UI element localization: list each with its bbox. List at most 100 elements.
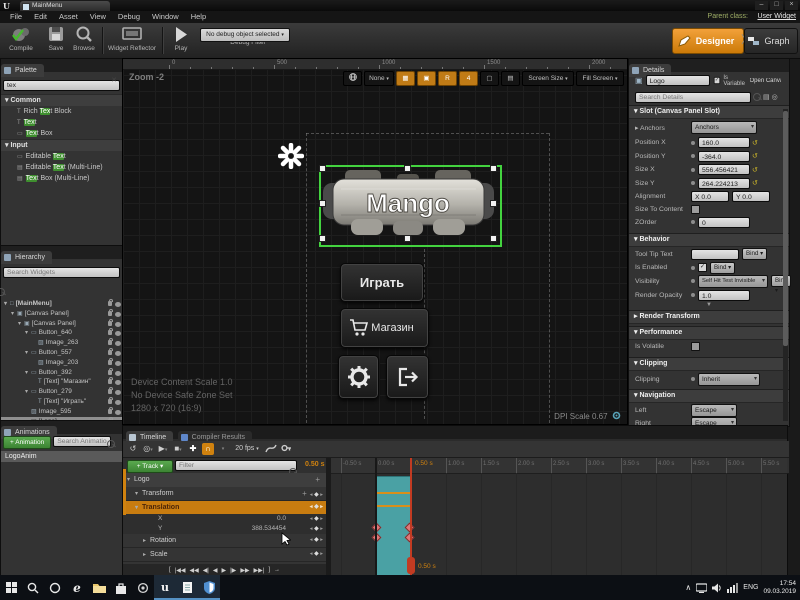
is-variable-checkbox[interactable]: ✓ [713, 77, 719, 84]
tree-expander-icon[interactable]: ▾ [127, 473, 134, 487]
transport-glyph[interactable]: [ [169, 567, 171, 573]
add-track-button[interactable]: + Track ▾ [127, 460, 173, 473]
is-volatile-checkbox[interactable]: ✓ [691, 342, 700, 351]
is-enabled-bind-button[interactable]: Bind ▾ [710, 262, 735, 274]
transport-glyph[interactable]: |▶ [230, 567, 236, 574]
render-transform-section-header[interactable]: ▸ Render Transform [629, 310, 789, 324]
alignment-y-field[interactable]: Y 0.0 [732, 191, 770, 202]
size-y-field[interactable]: 264.224213 [698, 178, 750, 189]
timeline-track-y[interactable]: Y388.534454◂ ◆ ▸ [123, 524, 326, 534]
position-x-field[interactable]: 160.0 [698, 137, 750, 148]
fps-dropdown[interactable]: 20 fps ▾ [232, 443, 262, 455]
notepad-taskbar-icon[interactable] [176, 575, 198, 600]
tray-volume-icon[interactable] [712, 583, 722, 593]
eye-icon[interactable] [115, 322, 121, 327]
designer-viewport[interactable]: 0500100015002000 Zoom -2 None ▾ ▦ ▣ R 4 … [122, 58, 628, 425]
performance-section-header[interactable]: ▾ Performance [629, 326, 789, 340]
bind-socket-icon[interactable] [691, 141, 695, 145]
track-value[interactable]: 0.0 [277, 514, 286, 524]
bind-socket-icon[interactable] [691, 220, 695, 224]
timeline-track-translation[interactable]: ▾Translation◂ ◆ ▸ [123, 501, 326, 514]
bind-socket-icon[interactable] [691, 279, 695, 283]
file-explorer-icon[interactable] [88, 575, 110, 600]
selected-widget-logo[interactable]: Mango [319, 165, 502, 247]
transport-glyph[interactable]: ◀ [213, 567, 218, 574]
snap-options-caret[interactable]: ▾ [217, 443, 229, 455]
keyframe-nav-controls[interactable]: + [315, 473, 323, 488]
edge-icon[interactable]: e [66, 575, 88, 600]
eye-icon[interactable] [115, 302, 121, 307]
asset-tab-mainmenu[interactable]: MainMenu [20, 1, 110, 11]
hierarchy-row[interactable]: ▾▭Button_640 [1, 328, 123, 338]
details-search-input[interactable] [635, 92, 751, 103]
settings-icon[interactable] [132, 575, 154, 600]
maximize-button[interactable]: □ [770, 1, 783, 10]
palette-item[interactable]: ▭Text Box [1, 128, 123, 139]
reset-to-default-icon[interactable]: ↺ [752, 152, 758, 160]
clipping-dropdown[interactable]: Inherit [698, 373, 760, 386]
flow-direction-dropdown[interactable]: None ▾ [364, 71, 394, 86]
transport-glyph[interactable]: ◀◀ [189, 567, 198, 574]
lock-icon[interactable] [108, 360, 112, 365]
save-button[interactable]: Save [44, 25, 68, 56]
dpi-scale-control[interactable]: DPI Scale 0.67 [554, 406, 621, 424]
hierarchy-row[interactable]: ▾▭Button_392 [1, 368, 123, 378]
hierarchy-row[interactable]: ▾▭Button_279 [1, 387, 123, 397]
lock-icon[interactable] [108, 379, 112, 384]
designer-mode-button[interactable]: Designer [672, 28, 744, 54]
palette-item[interactable]: TRich Text Block [1, 106, 123, 117]
lock-icon[interactable] [108, 301, 112, 306]
rotation-snap-toggle[interactable]: R [438, 71, 457, 86]
language-indicator[interactable]: ENG [743, 584, 758, 591]
menu-asset[interactable]: Asset [53, 11, 84, 23]
navigation-section-header[interactable]: ▾ Navigation [629, 389, 789, 403]
bind-socket-icon[interactable] [691, 154, 695, 158]
transport-glyph[interactable]: ◀| [203, 567, 209, 574]
palette-group-common[interactable]: ▾ Common [1, 94, 123, 106]
selection-handle[interactable] [490, 165, 497, 172]
lock-icon[interactable] [108, 330, 112, 335]
hierarchy-search-input[interactable] [3, 267, 120, 278]
screen-size-dropdown[interactable]: Screen Size ▾ [522, 71, 574, 86]
keyframe-nav-controls[interactable]: +◂ ◆ ▸ [302, 487, 323, 502]
eye-icon[interactable] [115, 400, 121, 405]
animation-list-item[interactable]: LogoAnim [1, 451, 123, 462]
render-opacity-field[interactable]: 1.0 [698, 290, 750, 301]
menu-view[interactable]: View [84, 11, 112, 23]
is-enabled-checkbox[interactable]: ✓ [698, 263, 707, 272]
tray-display-icon[interactable] [696, 583, 707, 593]
bind-socket-icon[interactable] [691, 377, 695, 381]
lock-icon[interactable] [108, 409, 112, 414]
bind-socket-icon[interactable] [691, 266, 695, 270]
tray-network-icon[interactable] [727, 583, 738, 593]
anchor-medallion-icon[interactable] [278, 143, 304, 169]
palette-item[interactable]: ▤Text Box (Multi-Line) [1, 173, 123, 184]
selection-handle[interactable] [404, 235, 411, 242]
tree-expander-icon[interactable]: ▾ [135, 488, 142, 501]
unreal-engine-taskbar-icon[interactable]: u [154, 575, 176, 600]
timeline-track-rotation[interactable]: ▸Rotation◂ ◆ ▸ [123, 534, 326, 548]
alignment-x-field[interactable]: X 0.0 [691, 191, 729, 202]
hierarchy-row[interactable]: ▨Image_595 [1, 407, 123, 417]
visibility-bind-button[interactable]: Bind ▾ [771, 275, 791, 287]
palette-search-input[interactable] [3, 80, 120, 91]
transport-glyph[interactable]: ▶▶ [240, 567, 249, 574]
keyframe-nav-controls[interactable]: ◂ ◆ ▸ [310, 514, 323, 524]
reset-to-default-icon[interactable]: ↺ [752, 166, 758, 174]
snap-magnet-icon[interactable]: ∩ [202, 443, 214, 455]
transport-glyph[interactable]: ▶ [222, 567, 227, 574]
track-filter-input[interactable] [175, 460, 297, 471]
expand-advanced-arrow[interactable]: ▼ [629, 302, 789, 310]
hierarchy-row[interactable]: T[Text] "Магазин" [1, 377, 123, 387]
clipping-section-header[interactable]: ▾ Clipping [629, 357, 789, 371]
eye-icon[interactable] [115, 351, 121, 356]
zorder-field[interactable]: 0 [698, 217, 750, 228]
compile-button[interactable]: Compile [3, 25, 39, 56]
start-button[interactable] [0, 575, 22, 600]
grid-snap-toggle[interactable]: ▦ [396, 71, 415, 86]
menu-edit[interactable]: Edit [28, 11, 53, 23]
debug-object-dropdown[interactable]: No debug object selected ▾ [200, 28, 290, 42]
timeline-track-scale[interactable]: ▸Scale◂ ◆ ▸ [123, 548, 326, 562]
transport-glyph[interactable]: → [274, 567, 280, 573]
selection-handle[interactable] [490, 200, 497, 207]
